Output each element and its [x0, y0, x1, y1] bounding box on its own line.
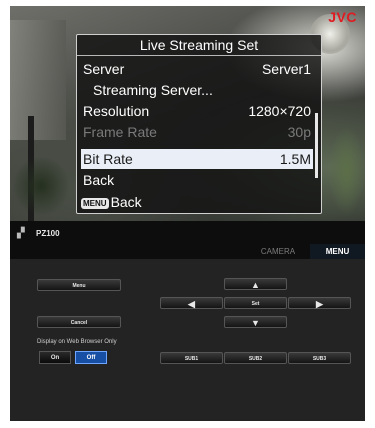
menu-item-value: Server1: [261, 61, 311, 77]
menu-item-bit-rate[interactable]: Bit Rate 1.5M: [81, 149, 313, 169]
left-arrow-icon: ◀: [188, 299, 195, 309]
menu-item-label: Server: [83, 61, 125, 77]
menu-key-back-label: Back: [110, 194, 142, 210]
sub1-button[interactable]: SUB1: [160, 352, 223, 364]
sub2-button[interactable]: SUB2: [224, 352, 287, 364]
jvc-logo: JVC: [328, 9, 357, 25]
menu-key-icon: MENU: [81, 197, 109, 209]
menu-control-panel: Menu Cancel ▲ ◀ Set ▶ ▼ Display on Web B…: [10, 259, 365, 421]
camera-remote-app: JVC Live Streaming Set Server Server1 St…: [10, 6, 365, 421]
preview-plant: [328, 126, 365, 216]
device-name: PZ100: [36, 229, 60, 238]
status-bar: ▞ PZ100 CAMERA MENU: [10, 221, 365, 261]
menu-key-back[interactable]: MENU Back: [81, 193, 142, 211]
menu-item-back[interactable]: Back: [81, 170, 313, 190]
display-off-button[interactable]: Off: [75, 351, 107, 364]
tab-camera[interactable]: CAMERA: [250, 244, 306, 259]
menu-item-frame-rate: Frame Rate 30p: [81, 122, 313, 142]
menu-item-streaming-server[interactable]: Streaming Server...: [81, 80, 313, 100]
menu-item-value: 30p: [287, 124, 311, 140]
menu-scrollbar[interactable]: [315, 113, 318, 178]
up-arrow-icon: ▲: [251, 280, 260, 290]
menu-item-resolution[interactable]: Resolution 1280×720: [81, 101, 313, 121]
camera-icon: ▞: [17, 228, 25, 239]
menu-item-label: Streaming Server...: [93, 82, 213, 98]
display-on-button[interactable]: On: [39, 351, 71, 364]
menu-item-label: Frame Rate: [83, 124, 157, 140]
preview-wall-panel: [10, 20, 66, 140]
down-arrow-button[interactable]: ▼: [224, 316, 287, 328]
set-button[interactable]: Set: [224, 297, 287, 309]
sub3-button[interactable]: SUB3: [288, 352, 351, 364]
camera-preview: JVC Live Streaming Set Server Server1 St…: [10, 6, 365, 221]
left-arrow-button[interactable]: ◀: [160, 297, 223, 309]
menu-item-label: Back: [83, 172, 115, 188]
preview-equipment: [12, 156, 70, 216]
up-arrow-button[interactable]: ▲: [224, 278, 287, 290]
right-arrow-icon: ▶: [316, 299, 323, 309]
menu-item-value: 1.5M: [279, 151, 311, 167]
down-arrow-icon: ▼: [251, 318, 260, 328]
right-arrow-button[interactable]: ▶: [288, 297, 351, 309]
menu-item-server[interactable]: Server Server1: [81, 59, 313, 79]
live-streaming-menu: Live Streaming Set Server Server1 Stream…: [76, 34, 322, 214]
menu-title: Live Streaming Set: [77, 35, 321, 56]
browser-only-label: Display on Web Browser Only: [37, 339, 117, 345]
menu-item-value: 1280×720: [248, 103, 311, 119]
cancel-button[interactable]: Cancel: [37, 316, 121, 328]
menu-item-label: Bit Rate: [83, 151, 133, 167]
menu-button[interactable]: Menu: [37, 279, 121, 291]
menu-item-label: Resolution: [83, 103, 150, 119]
